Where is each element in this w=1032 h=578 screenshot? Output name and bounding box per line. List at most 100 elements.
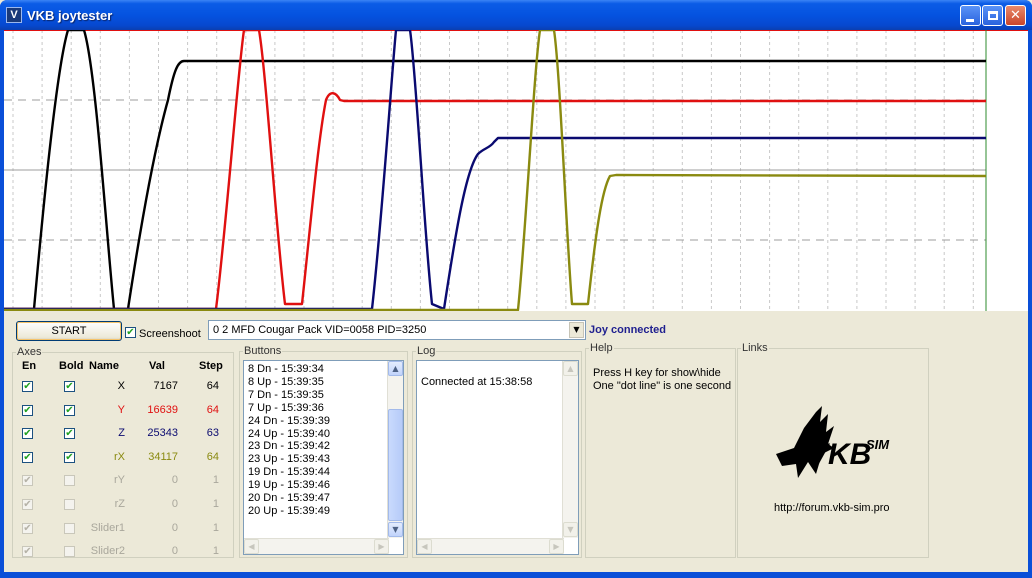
button-event-item[interactable]: 20 Up - 15:39:49	[248, 505, 330, 517]
screenshoot-checkbox[interactable]: ✔	[125, 327, 136, 338]
button-event-item[interactable]: 23 Up - 15:39:43	[248, 453, 330, 465]
vkbsim-logo[interactable]: VKB SIM	[768, 404, 898, 489]
axis-step: 63	[206, 427, 219, 439]
close-icon: ✕	[1010, 8, 1021, 23]
scroll-right-icon[interactable]: ▶	[374, 539, 389, 554]
axis-name: Slider1	[90, 522, 125, 534]
axis-value: 7167	[153, 380, 178, 392]
button-event-item[interactable]: 8 Dn - 15:39:34	[248, 363, 324, 375]
scroll-left-icon[interactable]: ◀	[244, 539, 259, 554]
axis-name: X	[117, 380, 125, 392]
button-event-item[interactable]: 23 Dn - 15:39:42	[248, 440, 330, 452]
scroll-right-icon[interactable]: ▶	[549, 539, 564, 554]
scroll-up-icon[interactable]: ▲	[388, 361, 403, 376]
links-group: Links VKB SIM http://forum.vkb-sim.pro	[737, 342, 929, 558]
log-horizontal-scrollbar[interactable]: ◀ ▶	[417, 538, 564, 554]
help-line-1: Press H key for show\hide	[593, 367, 721, 379]
axis-value: 0	[171, 522, 178, 534]
button-event-item[interactable]: 19 Up - 15:39:46	[248, 479, 330, 491]
axis-enable-checkbox[interactable]: ✔	[22, 523, 33, 534]
axis-step: 1	[212, 498, 219, 510]
axis-value: 0	[171, 545, 178, 557]
button-event-item[interactable]: 7 Dn - 15:39:35	[248, 389, 324, 401]
device-select-value: 0 2 MFD Cougar Pack VID=0058 PID=3250	[213, 324, 427, 336]
screenshoot-label: Screenshoot	[139, 328, 201, 340]
scroll-left-icon[interactable]: ◀	[417, 539, 432, 554]
chevron-down-icon[interactable]: ▼	[569, 322, 584, 338]
axis-value: 25343	[147, 427, 178, 439]
axes-group-title: Axes	[16, 346, 43, 358]
logo-sup-text: SIM	[866, 437, 890, 452]
buttons-group: Buttons 8 Dn - 15:39:34 8 Up - 15:39:35 7 …	[239, 345, 408, 558]
axis-value: 16639	[147, 404, 178, 416]
logo-text: VKB	[808, 438, 871, 471]
axis-step: 64	[206, 380, 219, 392]
axis-value: 34117	[148, 451, 178, 463]
button-event-item[interactable]: 20 Dn - 15:39:47	[248, 492, 330, 504]
client-area: START ✔ Screenshoot 0 2 MFD Cougar Pack …	[4, 30, 1028, 572]
scroll-up-icon[interactable]: ▲	[563, 361, 578, 376]
window-title: VKB joytester	[27, 8, 113, 23]
axis-name: rX	[114, 451, 125, 463]
axis-enable-checkbox[interactable]: ✔	[22, 499, 33, 510]
axis-enable-checkbox[interactable]: ✔	[22, 452, 33, 463]
axes-group: Axes En Bold Name Val Step ✔ ✔ X 7167 64 ✔ ✔ Y 1…	[12, 346, 234, 558]
axis-step: 64	[206, 404, 219, 416]
button-event-item[interactable]: 8 Up - 15:39:35	[248, 376, 324, 388]
axis-enable-checkbox[interactable]: ✔	[22, 428, 33, 439]
axis-name: rZ	[114, 498, 125, 510]
axes-header-val: Val	[149, 360, 165, 372]
start-button[interactable]: START	[16, 321, 122, 341]
minimize-button[interactable]	[960, 5, 981, 26]
axes-header-en: En	[22, 360, 37, 372]
axis-enable-checkbox[interactable]: ✔	[22, 546, 33, 557]
button-event-item[interactable]: 24 Dn - 15:39:39	[248, 415, 330, 427]
axis-enable-checkbox[interactable]: ✔	[22, 475, 33, 486]
log-group-title: Log	[416, 345, 437, 357]
axis-step: 1	[212, 474, 219, 486]
axes-plot	[4, 30, 1028, 311]
axis-name: rY	[114, 474, 125, 486]
links-group-title: Links	[741, 342, 769, 354]
app-window: V VKB joytester ✕ START ✔ Screenshoot 0 …	[0, 0, 1032, 578]
buttons-list[interactable]: 8 Dn - 15:39:34 8 Up - 15:39:35 7 Dn - 15:…	[243, 360, 404, 555]
axes-header-step: Step	[199, 360, 223, 372]
log-group: Log Connected at 15:38:58 ▲ ▼ ◀ ▶	[412, 345, 582, 558]
log-textarea[interactable]: Connected at 15:38:58 ▲ ▼ ◀ ▶	[416, 360, 579, 555]
help-group: Help Press H key for show\hide One "dot …	[585, 342, 736, 558]
buttons-group-title: Buttons	[243, 345, 283, 357]
app-icon: V	[6, 7, 22, 23]
help-group-title: Help	[589, 342, 614, 354]
axes-header-bold: Bold	[59, 360, 84, 372]
axis-name: Slider2	[90, 545, 125, 557]
axis-name: Z	[118, 427, 125, 439]
axis-step: 64	[206, 451, 219, 463]
maximize-icon	[988, 11, 998, 20]
button-event-item[interactable]: 24 Up - 15:39:40	[248, 428, 330, 440]
buttons-vertical-scrollbar[interactable]: ▲ ▼	[387, 361, 403, 538]
scroll-down-icon[interactable]: ▼	[388, 522, 403, 537]
scroll-thumb[interactable]	[388, 409, 403, 521]
axis-enable-checkbox[interactable]: ✔	[22, 405, 33, 416]
axis-step: 1	[212, 522, 219, 534]
button-event-item[interactable]: 7 Up - 15:39:36	[248, 402, 324, 414]
log-line: Connected at 15:38:58	[421, 376, 533, 388]
buttons-horizontal-scrollbar[interactable]: ◀ ▶	[244, 538, 389, 554]
close-button[interactable]: ✕	[1005, 5, 1026, 26]
help-line-2: One "dot line" is one second	[593, 380, 732, 392]
log-vertical-scrollbar[interactable]: ▲ ▼	[562, 361, 578, 538]
plot-canvas	[4, 30, 1028, 311]
axis-enable-checkbox[interactable]: ✔	[22, 381, 33, 392]
axis-step: 1	[212, 545, 219, 557]
connection-status: Joy connected	[589, 324, 667, 336]
axis-value: 0	[171, 498, 178, 510]
minimize-icon	[966, 19, 974, 22]
button-event-item[interactable]: 19 Dn - 15:39:44	[248, 466, 330, 478]
scroll-down-icon[interactable]: ▼	[563, 522, 578, 537]
axis-name: Y	[117, 404, 125, 416]
axes-header-name: Name	[89, 360, 119, 372]
forum-link[interactable]: http://forum.vkb-sim.pro	[774, 502, 890, 514]
device-select[interactable]: 0 2 MFD Cougar Pack VID=0058 PID=3250 ▼	[208, 320, 586, 340]
title-bar[interactable]: V VKB joytester ✕	[0, 0, 1032, 30]
maximize-button[interactable]	[982, 5, 1003, 26]
